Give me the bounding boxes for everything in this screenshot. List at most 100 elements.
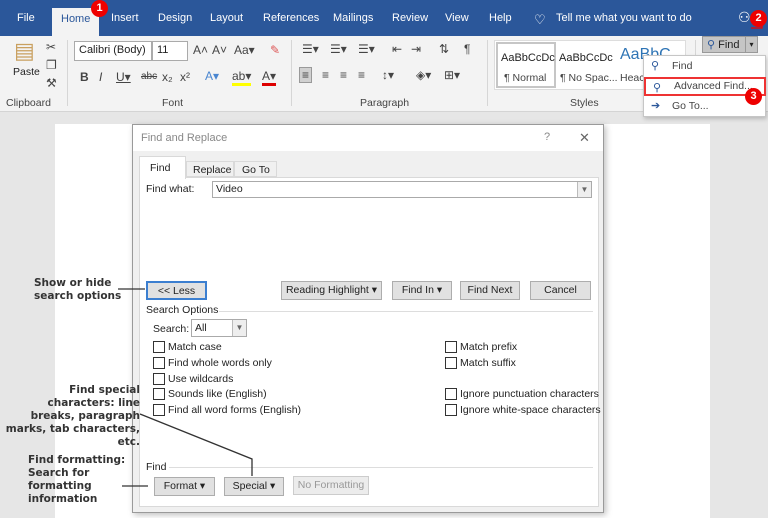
align-right-icon[interactable]: ≡ [340,68,347,82]
find-button[interactable]: ⚲ Find ▾ [702,36,758,53]
grow-font-icon[interactable]: A˄ [193,43,208,57]
font-size-select[interactable]: 11 [152,41,188,61]
shrink-font-icon[interactable]: A˅ [212,43,227,57]
find-dropdown-arrow[interactable]: ▾ [745,37,757,52]
special-button[interactable]: Special ▾ [224,477,284,496]
menu-item-find[interactable]: ⚲ Find [644,57,766,76]
tab-go-to[interactable]: Go To [234,161,277,177]
borders-icon[interactable]: ⊞▾ [444,68,460,82]
shading-icon[interactable]: ◈▾ [416,68,431,82]
close-button[interactable]: ✕ [579,130,590,146]
ignore-whitespace-checkbox[interactable]: Ignore white-space characters [445,404,601,416]
superscript-icon[interactable]: x² [180,70,190,84]
italic-icon[interactable]: I [99,70,102,84]
clear-formatting-icon[interactable]: ✎ [270,43,280,57]
style-normal[interactable]: AaBbCcDc ¶ Normal [496,42,556,88]
ribbon-tab-bar: File Home Insert Design Layout Reference… [0,0,768,36]
dialog-title: Find and Replace [141,132,228,144]
decrease-indent-icon[interactable]: ⇤ [392,42,402,56]
bullets-icon[interactable]: ☰▾ [302,42,319,56]
search-direction-select[interactable]: All ▼ [191,319,247,337]
search-icon: ⚲ [653,82,662,94]
lightbulb-icon: ♡ [534,12,546,27]
annotation-special: Find special characters: line breaks, pa… [5,384,140,448]
annotation-less: Show or hide search options [34,277,122,302]
tab-file[interactable]: File [17,12,35,24]
ignore-punctuation-checkbox[interactable]: Ignore punctuation characters [445,388,599,400]
match-suffix-checkbox[interactable]: Match suffix [445,357,516,369]
line-spacing-icon[interactable]: ↕▾ [382,68,394,82]
tab-label: Replace [193,164,232,176]
underline-icon[interactable]: U▾ [116,70,131,84]
copy-icon[interactable]: ❐ [46,58,57,72]
match-prefix-checkbox[interactable]: Match prefix [445,341,517,353]
show-hide-icon[interactable]: ¶ [464,42,470,56]
divider [67,40,68,106]
bold-icon[interactable]: B [80,70,89,84]
whole-words-checkbox[interactable]: Find whole words only [153,357,272,369]
chevron-down-icon[interactable]: ▼ [232,320,246,336]
sort-icon[interactable]: ⇅ [439,42,449,56]
find-button-label: Find [718,39,740,51]
dialog-titlebar: Find and Replace ? ✕ [133,125,603,151]
cut-icon[interactable]: ✂ [46,40,56,54]
tab-label: Go To [242,164,270,176]
search-icon: ⚲ [651,60,660,72]
search-direction-label: Search: [153,323,190,335]
find-what-input[interactable]: Video ▼ [212,181,592,198]
match-case-checkbox[interactable]: Match case [153,341,222,353]
find-replace-dialog: Find and Replace ? ✕ Find Replace Go To … [132,124,604,513]
tab-design[interactable]: Design [158,12,192,24]
chevron-down-icon[interactable]: ▼ [577,182,591,197]
wildcards-checkbox[interactable]: Use wildcards [153,373,233,385]
step-badge-1: 1 [91,0,108,17]
tab-layout[interactable]: Layout [210,12,243,24]
cancel-button[interactable]: Cancel [530,281,591,300]
change-case-icon[interactable]: Aa▾ [234,43,255,57]
font-size-value: 11 [157,44,169,56]
sounds-like-checkbox[interactable]: Sounds like (English) [153,388,267,400]
tab-find[interactable]: Find [139,156,186,179]
find-in-button[interactable]: Find In ▾ [392,281,452,300]
format-button[interactable]: Format ▾ [154,477,215,496]
reading-highlight-button[interactable]: Reading Highlight ▾ [281,281,382,300]
find-what-value: Video [216,183,243,195]
paste-icon[interactable]: ▤ [14,38,35,64]
user-icon[interactable]: ⚇ [738,9,751,26]
help-button[interactable]: ? [544,131,550,143]
align-center-icon[interactable]: ≡ [322,68,329,82]
tab-references[interactable]: References [263,12,319,24]
font-color-icon[interactable]: A▾ [262,69,277,86]
divider [291,40,292,106]
tab-view[interactable]: View [445,12,469,24]
highlight-icon[interactable]: ab▾ [232,69,252,86]
increase-indent-icon[interactable]: ⇥ [411,42,421,56]
no-formatting-button: No Formatting [293,476,369,495]
arrow-right-icon: ➔ [651,100,661,112]
style-name: Heac [620,72,645,84]
format-painter-icon[interactable]: ⚒ [46,76,57,90]
divider [487,40,488,106]
search-icon: ⚲ [707,39,716,51]
tell-me-search[interactable]: Tell me what you want to do [556,12,692,24]
text-effects-icon[interactable]: A▾ [205,69,219,83]
tab-mailings[interactable]: Mailings [333,12,373,24]
style-no-spacing[interactable]: AaBbCcDc ¶ No Spac... [559,42,621,88]
justify-icon[interactable]: ≡ [358,68,365,82]
style-preview: AaBbCcDc [501,52,555,64]
subscript-icon[interactable]: x₂ [162,70,173,84]
less-button[interactable]: << Less [146,281,207,300]
tab-review[interactable]: Review [392,12,428,24]
strikethrough-icon[interactable]: abc [141,71,157,82]
font-name-select[interactable]: Calibri (Body) [74,41,152,61]
align-left-icon[interactable]: ≡ [299,67,313,83]
tab-replace[interactable]: Replace [186,161,234,177]
tab-help[interactable]: Help [489,12,512,24]
group-label-clipboard: Clipboard [6,97,51,109]
word-forms-checkbox[interactable]: Find all word forms (English) [153,404,301,416]
multilevel-list-icon[interactable]: ☰▾ [358,42,375,56]
numbering-icon[interactable]: ☰▾ [330,42,347,56]
find-next-button[interactable]: Find Next [460,281,520,300]
paste-button[interactable]: Paste [13,66,40,78]
tab-insert[interactable]: Insert [111,12,139,24]
